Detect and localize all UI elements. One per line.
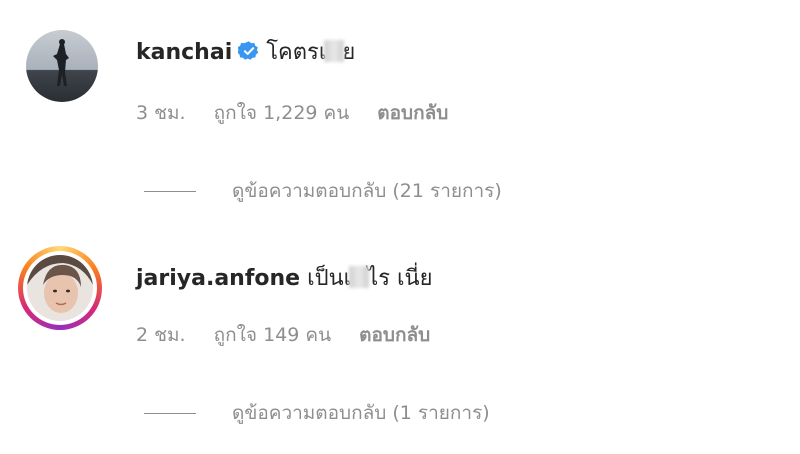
verified-badge-icon: [238, 41, 259, 60]
like-count[interactable]: ถูกใจ 149 คน: [214, 324, 331, 346]
comment-text-start: โคตรเ: [266, 40, 327, 65]
reply-button[interactable]: ตอบกลับ: [359, 324, 430, 346]
censor-blur: [324, 40, 345, 62]
comment-text-start: เป็นเ: [307, 266, 352, 291]
view-replies-button[interactable]: ดูข้อความตอบกลับ (21 รายการ): [144, 176, 502, 206]
view-replies-label: ดูข้อความตอบกลับ (21 รายการ): [232, 180, 502, 202]
timestamp: 3 ชม.: [136, 102, 186, 124]
username[interactable]: kanchai: [136, 40, 232, 65]
reply-button[interactable]: ตอบกลับ: [377, 102, 448, 124]
censor-blur: [349, 266, 370, 288]
divider-line: [144, 190, 196, 192]
view-replies-label: ดูข้อความตอบกลับ (1 รายการ): [232, 402, 490, 424]
comment-line: jariya.anfone เป็นเ ไร เนี่ย: [136, 264, 432, 294]
divider-line: [144, 412, 196, 414]
comment-meta: 3 ชม. ถูกใจ 1,229 คน ตอบกลับ: [136, 98, 470, 128]
username[interactable]: jariya.anfone: [136, 266, 300, 291]
avatar-story-ring[interactable]: [18, 246, 102, 330]
comment-line: kanchai โคตรเย: [136, 38, 355, 68]
like-count[interactable]: ถูกใจ 1,229 คน: [214, 102, 350, 124]
avatar[interactable]: [22, 26, 102, 106]
timestamp: 2 ชม.: [136, 324, 186, 346]
view-replies-button[interactable]: ดูข้อความตอบกลับ (1 รายการ): [144, 398, 490, 428]
comment-meta: 2 ชม. ถูกใจ 149 คน ตอบกลับ: [136, 320, 452, 350]
avatar: [27, 255, 93, 321]
comment-text-end: ไร เนี่ย: [367, 266, 433, 291]
